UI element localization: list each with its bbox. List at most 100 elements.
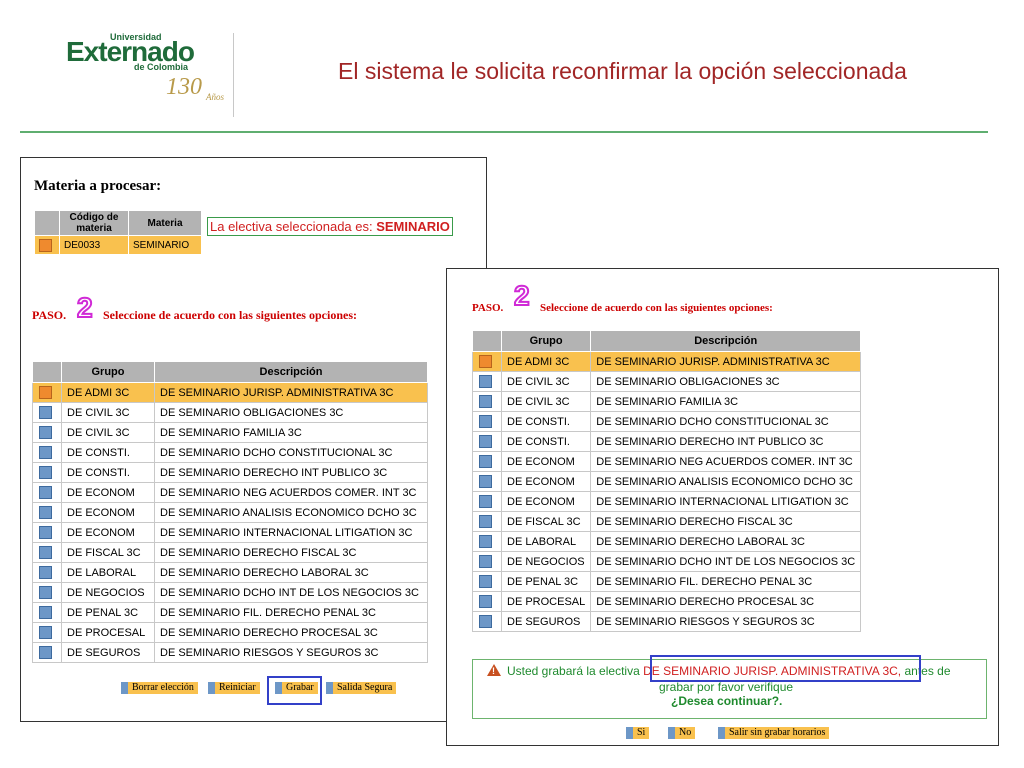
- checkbox-icon[interactable]: [479, 555, 492, 568]
- option-row[interactable]: DE ECONOM DE SEMINARIO NEG ACUERDOS COMER…: [472, 451, 862, 472]
- checkbox-icon[interactable]: [39, 526, 52, 539]
- option-grupo: DE FISCAL 3C: [500, 511, 592, 532]
- option-row[interactable]: DE SEGUROS DE SEMINARIO RIESGOS Y SEGUROS…: [32, 642, 428, 663]
- option-row[interactable]: DE FISCAL 3C DE SEMINARIO DERECHO FISCAL …: [472, 511, 862, 532]
- checkbox-icon[interactable]: [479, 375, 492, 388]
- option-row[interactable]: DE PENAL 3C DE SEMINARIO FIL. DERECHO PEN…: [32, 602, 428, 623]
- option-row-check[interactable]: [472, 391, 502, 412]
- checkbox-icon[interactable]: [39, 446, 52, 459]
- no-button[interactable]: No: [668, 727, 696, 739]
- option-row-check[interactable]: [32, 602, 62, 623]
- option-row[interactable]: DE SEGUROS DE SEMINARIO RIESGOS Y SEGUROS…: [472, 611, 862, 632]
- checkbox-icon[interactable]: [39, 238, 52, 252]
- checkbox-icon[interactable]: [479, 395, 492, 408]
- option-row[interactable]: DE ADMI 3C DE SEMINARIO JURISP. ADMINISTR…: [472, 351, 862, 372]
- checkbox-icon[interactable]: [479, 615, 492, 628]
- checkbox-icon[interactable]: [479, 455, 492, 468]
- checkbox-icon[interactable]: [479, 515, 492, 528]
- option-grupo: DE CONSTI.: [61, 462, 155, 483]
- salida-segura-button[interactable]: Salida Segura: [326, 682, 397, 694]
- option-row-check[interactable]: [472, 491, 502, 512]
- checkbox-icon[interactable]: [39, 406, 52, 419]
- option-row[interactable]: DE CONSTI. DE SEMINARIO DERECHO INT PUBLI…: [472, 431, 862, 452]
- option-row[interactable]: DE CONSTI. DE SEMINARIO DERECHO INT PUBLI…: [32, 462, 428, 483]
- checkbox-icon[interactable]: [479, 435, 492, 448]
- option-descripcion: DE SEMINARIO RIESGOS Y SEGUROS 3C: [590, 611, 862, 632]
- option-row[interactable]: DE ECONOM DE SEMINARIO ANALISIS ECONOMICO…: [472, 471, 862, 492]
- electiva-value: SEMINARIO: [376, 219, 450, 234]
- option-row[interactable]: DE CONSTI. DE SEMINARIO DCHO CONSTITUCION…: [472, 411, 862, 432]
- option-row[interactable]: DE LABORAL DE SEMINARIO DERECHO LABORAL 3…: [472, 531, 862, 552]
- option-row-check[interactable]: [32, 442, 62, 463]
- si-button[interactable]: Si: [626, 727, 650, 739]
- option-row[interactable]: DE PROCESAL DE SEMINARIO DERECHO PROCESAL…: [472, 591, 862, 612]
- checkbox-icon[interactable]: [479, 535, 492, 548]
- option-row-check[interactable]: [472, 551, 502, 572]
- checkbox-icon[interactable]: [39, 566, 52, 579]
- option-row[interactable]: DE NEGOCIOS DE SEMINARIO DCHO INT DE LOS …: [472, 551, 862, 572]
- option-row-check[interactable]: [472, 431, 502, 452]
- checkbox-icon[interactable]: [479, 575, 492, 588]
- option-row-check[interactable]: [472, 471, 502, 492]
- checkbox-icon[interactable]: [479, 595, 492, 608]
- checkbox-icon[interactable]: [39, 506, 52, 519]
- borrar-eleccion-button[interactable]: Borrar elección: [121, 682, 198, 694]
- option-row-check[interactable]: [472, 351, 502, 372]
- option-row-check[interactable]: [32, 522, 62, 543]
- option-row-check[interactable]: [472, 571, 502, 592]
- option-row[interactable]: DE ECONOM DE SEMINARIO INTERNACIONAL LITI…: [32, 522, 428, 543]
- reiniciar-button[interactable]: Reiniciar: [208, 682, 260, 694]
- option-row-check[interactable]: [32, 402, 62, 423]
- option-row[interactable]: DE LABORAL DE SEMINARIO DERECHO LABORAL 3…: [32, 562, 428, 583]
- option-row[interactable]: DE NEGOCIOS DE SEMINARIO DCHO INT DE LOS …: [32, 582, 428, 603]
- option-row-check[interactable]: [472, 531, 502, 552]
- checkbox-icon[interactable]: [479, 355, 492, 368]
- option-row-check[interactable]: [32, 422, 62, 443]
- option-row-check[interactable]: [472, 611, 502, 632]
- checkbox-icon[interactable]: [39, 546, 52, 559]
- salir-sin-grabar-button[interactable]: Salir sin grabar horarios: [718, 727, 830, 739]
- materia-row-check[interactable]: [34, 235, 60, 255]
- checkbox-icon[interactable]: [479, 415, 492, 428]
- option-row-check[interactable]: [472, 411, 502, 432]
- checkbox-icon[interactable]: [39, 466, 52, 479]
- option-row-check[interactable]: [32, 582, 62, 603]
- option-row[interactable]: DE ECONOM DE SEMINARIO NEG ACUERDOS COMER…: [32, 482, 428, 503]
- option-row-check[interactable]: [32, 642, 62, 663]
- checkbox-icon[interactable]: [39, 606, 52, 619]
- option-row-check[interactable]: [32, 462, 62, 483]
- option-row-check[interactable]: [32, 562, 62, 583]
- option-row-check[interactable]: [32, 622, 62, 643]
- option-row[interactable]: DE PROCESAL DE SEMINARIO DERECHO PROCESAL…: [32, 622, 428, 643]
- option-grupo: DE PENAL 3C: [61, 602, 155, 623]
- option-row[interactable]: DE CIVIL 3C DE SEMINARIO OBLIGACIONES 3C: [32, 402, 428, 423]
- option-row[interactable]: DE CONSTI. DE SEMINARIO DCHO CONSTITUCION…: [32, 442, 428, 463]
- option-row-check[interactable]: [472, 511, 502, 532]
- option-row[interactable]: DE CIVIL 3C DE SEMINARIO FAMILIA 3C: [472, 391, 862, 412]
- option-row[interactable]: DE ADMI 3C DE SEMINARIO JURISP. ADMINISTR…: [32, 382, 428, 403]
- option-descripcion: DE SEMINARIO DCHO CONSTITUCIONAL 3C: [154, 442, 428, 463]
- option-row[interactable]: DE ECONOM DE SEMINARIO ANALISIS ECONOMICO…: [32, 502, 428, 523]
- option-row[interactable]: DE CIVIL 3C DE SEMINARIO OBLIGACIONES 3C: [472, 371, 862, 392]
- option-row-check[interactable]: [32, 482, 62, 503]
- checkbox-icon[interactable]: [39, 486, 52, 499]
- checkbox-icon[interactable]: [39, 426, 52, 439]
- option-grupo: DE CONSTI.: [500, 411, 592, 432]
- option-row-check[interactable]: [32, 502, 62, 523]
- option-row-check[interactable]: [472, 591, 502, 612]
- checkbox-icon[interactable]: [479, 475, 492, 488]
- checkbox-icon[interactable]: [39, 626, 52, 639]
- checkbox-icon[interactable]: [39, 646, 52, 659]
- option-row[interactable]: DE ECONOM DE SEMINARIO INTERNACIONAL LITI…: [472, 491, 862, 512]
- materia-row[interactable]: DE0033 SEMINARIO: [34, 235, 202, 255]
- option-row-check[interactable]: [472, 371, 502, 392]
- option-row-check[interactable]: [472, 451, 502, 472]
- checkbox-icon[interactable]: [479, 495, 492, 508]
- checkbox-icon[interactable]: [39, 386, 52, 399]
- option-row[interactable]: DE PENAL 3C DE SEMINARIO FIL. DERECHO PEN…: [472, 571, 862, 592]
- option-row[interactable]: DE CIVIL 3C DE SEMINARIO FAMILIA 3C: [32, 422, 428, 443]
- option-row[interactable]: DE FISCAL 3C DE SEMINARIO DERECHO FISCAL …: [32, 542, 428, 563]
- option-row-check[interactable]: [32, 382, 62, 403]
- option-row-check[interactable]: [32, 542, 62, 563]
- checkbox-icon[interactable]: [39, 586, 52, 599]
